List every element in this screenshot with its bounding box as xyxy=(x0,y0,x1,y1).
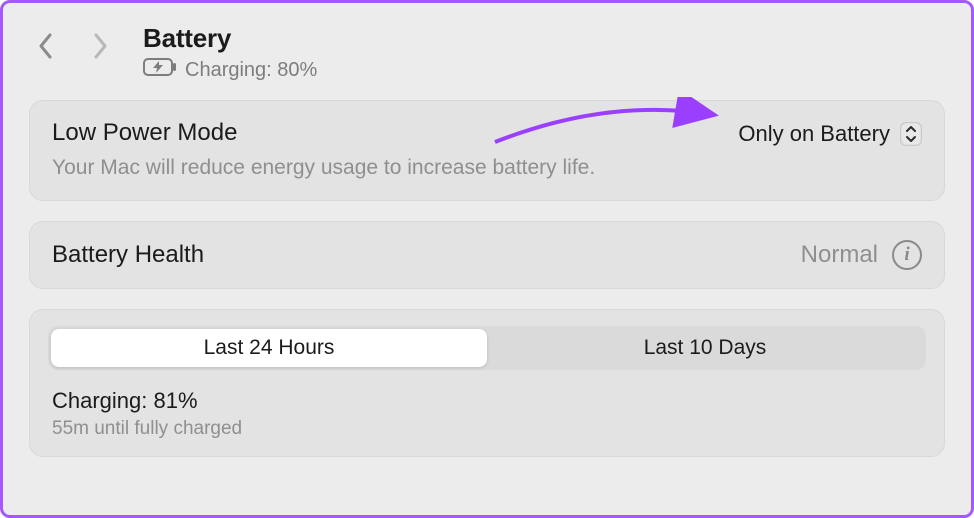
battery-health-right: Normal i xyxy=(801,240,922,270)
battery-health-card: Battery Health Normal i xyxy=(29,221,945,289)
page-title: Battery xyxy=(143,23,317,54)
low-power-mode-value: Only on Battery xyxy=(738,121,890,147)
tab-last-10-days[interactable]: Last 10 Days xyxy=(487,329,923,367)
low-power-mode-label: Low Power Mode xyxy=(52,119,595,147)
charging-percent-line: Charging: 81% xyxy=(48,388,926,414)
forward-button[interactable] xyxy=(91,31,109,61)
battery-status-text: Charging: 80% xyxy=(185,59,317,82)
updown-chevron-icon xyxy=(900,122,922,146)
battery-status-row: Charging: 80% xyxy=(143,58,317,82)
title-block: Battery Charging: 80% xyxy=(131,23,317,82)
battery-health-info-button[interactable]: i xyxy=(892,240,922,270)
usage-segmented-control: Last 24 Hours Last 10 Days xyxy=(48,326,926,370)
nav-arrows xyxy=(37,23,109,61)
header: Battery Charging: 80% xyxy=(29,17,945,100)
battery-settings-window: Battery Charging: 80% Low Power Mode You… xyxy=(0,0,974,518)
tab-last-24-hours[interactable]: Last 24 Hours xyxy=(51,329,487,367)
low-power-mode-text: Low Power Mode Your Mac will reduce ener… xyxy=(52,119,595,182)
back-button[interactable] xyxy=(37,31,55,61)
battery-health-label: Battery Health xyxy=(52,241,204,269)
low-power-mode-card: Low Power Mode Your Mac will reduce ener… xyxy=(29,100,945,201)
battery-usage-card: Last 24 Hours Last 10 Days Charging: 81%… xyxy=(29,309,945,457)
charging-eta-line: 55m until fully charged xyxy=(48,418,926,440)
battery-health-status: Normal xyxy=(801,241,878,269)
low-power-mode-description: Your Mac will reduce energy usage to inc… xyxy=(52,153,595,182)
low-power-mode-select[interactable]: Only on Battery xyxy=(738,119,922,147)
info-icon: i xyxy=(904,244,909,266)
battery-charging-icon xyxy=(143,58,177,82)
